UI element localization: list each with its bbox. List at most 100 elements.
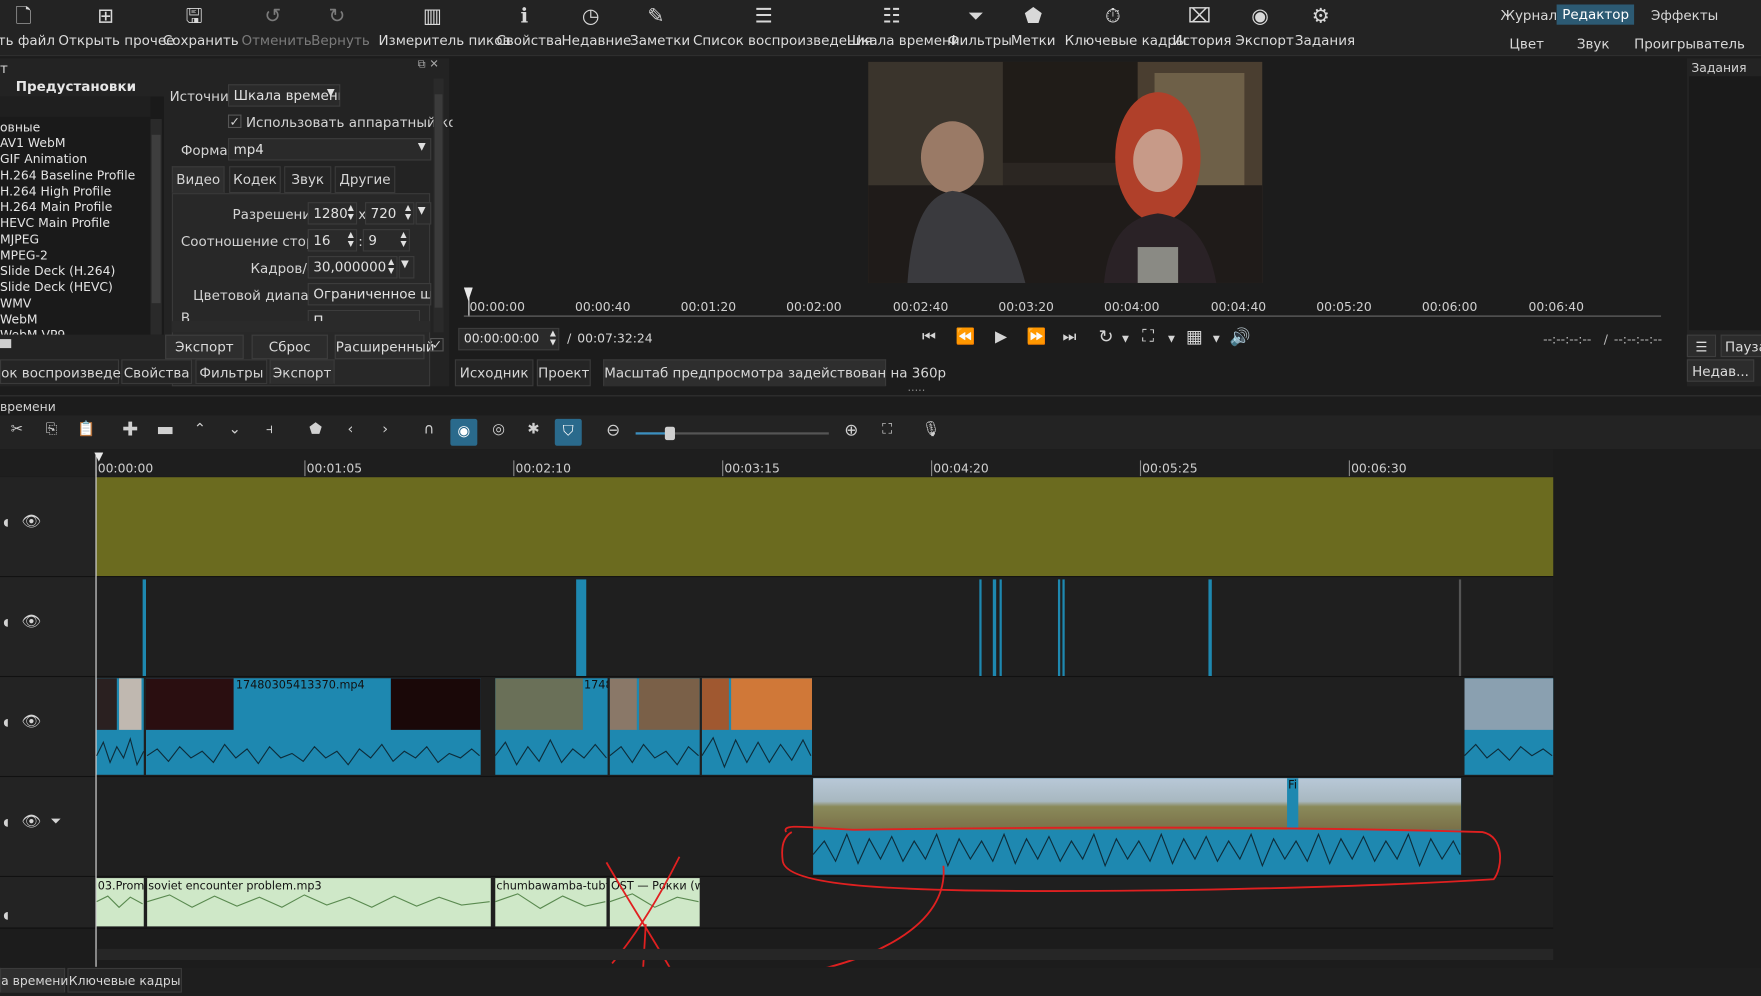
jobs-button[interactable]: ⚙ Задания bbox=[1295, 0, 1355, 56]
deinterlacer-select[interactable]: П bbox=[307, 309, 421, 322]
advanced-button[interactable]: Расширенный bbox=[334, 334, 435, 360]
filters-button[interactable]: ⏷ Фильтры bbox=[948, 0, 1012, 56]
timecode-spin[interactable]: 00:00:00:00 ▲ ▼ bbox=[458, 327, 560, 351]
save-button[interactable]: 🖫 Сохранить bbox=[163, 0, 239, 56]
preset-item[interactable]: HEVC Main Profile bbox=[0, 216, 110, 231]
presets-scrollbar[interactable] bbox=[150, 119, 162, 335]
preset-item[interactable]: H.264 Baseline Profile bbox=[0, 168, 135, 183]
video-preview[interactable] bbox=[868, 61, 1263, 283]
resolution-preset-dropdown[interactable]: ▼ bbox=[415, 202, 432, 225]
timeline-h-scrollbar[interactable] bbox=[96, 948, 1554, 961]
advanced-checkbox[interactable]: ✓ bbox=[430, 337, 444, 351]
presets-remove-button[interactable] bbox=[0, 339, 12, 349]
grid-icon[interactable]: ▦ bbox=[1186, 326, 1203, 347]
skip-start-icon[interactable]: ⏮ bbox=[922, 328, 936, 346]
tab-audio[interactable]: Звук bbox=[284, 166, 332, 194]
notes-button[interactable]: ✎ Заметки bbox=[630, 0, 690, 56]
tab-playlist[interactable]: ок воспроизведения bbox=[0, 359, 146, 385]
playlist-button[interactable]: ☰ Список воспроизведения bbox=[693, 0, 873, 56]
resolution-width-spin[interactable]: 1280 ▲ ▼ bbox=[307, 202, 358, 225]
layout-editor[interactable]: Редактор bbox=[1556, 4, 1635, 25]
fps-spin[interactable]: 30,000000 ▲ ▼ bbox=[307, 256, 398, 279]
tab-filters[interactable]: Фильтры bbox=[195, 359, 268, 385]
preset-item[interactable]: WebM VP9 bbox=[0, 328, 65, 335]
history-button[interactable]: ⌧ История bbox=[1173, 0, 1232, 56]
chevron-down-icon: ▼ bbox=[326, 87, 335, 99]
markers-button[interactable]: ⬟ Метки bbox=[1011, 0, 1056, 56]
layout-log[interactable]: Журнал bbox=[1500, 8, 1557, 24]
jobs-list[interactable] bbox=[1689, 76, 1761, 331]
open-file-button[interactable]: 🗋 ть файл bbox=[0, 0, 55, 56]
tab-codec[interactable]: Кодек bbox=[229, 166, 281, 194]
recent-jobs-button[interactable]: Недав... bbox=[1686, 359, 1755, 382]
preset-item[interactable]: H.264 Main Profile bbox=[0, 200, 112, 215]
preset-item[interactable]: MJPEG bbox=[0, 232, 39, 247]
redo-button[interactable]: ↻ Вернуть bbox=[311, 0, 370, 56]
skip-end-icon[interactable]: ⏭ bbox=[1062, 328, 1076, 346]
color-range-select[interactable]: Ограниченное широ bbox=[307, 282, 432, 306]
chevron-down-icon[interactable]: ▼ bbox=[1122, 333, 1129, 343]
ruler-label: 00:01:20 bbox=[680, 299, 737, 315]
preset-item[interactable]: GIF Animation bbox=[0, 152, 87, 167]
jobs-title: Задания bbox=[1691, 60, 1747, 76]
recent-button[interactable]: ◷ Недавние bbox=[562, 0, 632, 56]
jobs-menu-button[interactable]: ☰ bbox=[1686, 334, 1717, 358]
open-other-button[interactable]: ⊞ Открыть прочее bbox=[58, 0, 174, 56]
peak-meter-button[interactable]: ▥ Измеритель пиков bbox=[378, 0, 510, 56]
float-icon[interactable]: ⧉ ✕ bbox=[418, 58, 439, 70]
preset-item[interactable]: AV1 WebM bbox=[0, 136, 66, 151]
fps-dropdown[interactable]: ▼ bbox=[398, 256, 415, 279]
properties-button[interactable]: ℹ Свойства bbox=[496, 0, 562, 56]
export-panel: т ⧉ ✕ Предустановки овные AV1 WebM GIF A… bbox=[0, 58, 483, 387]
resolution-height-spin[interactable]: 720 ▲ ▼ bbox=[365, 202, 415, 225]
tab-keyframes[interactable]: Ключевые кадры bbox=[67, 967, 182, 993]
tab-project[interactable]: Проект bbox=[536, 359, 591, 387]
chevron-down-icon[interactable]: ▼ bbox=[1168, 333, 1175, 343]
pause-button[interactable]: Пауза bbox=[1720, 334, 1761, 358]
rewind-icon[interactable]: ⏪ bbox=[956, 328, 976, 346]
zoom-fit-icon[interactable]: ⛶ bbox=[1142, 326, 1154, 346]
preset-item[interactable]: WebM bbox=[0, 312, 38, 327]
preset-item[interactable]: WMV bbox=[0, 296, 31, 311]
ruler-label: 00:02:40 bbox=[892, 299, 949, 315]
settings-v-scrollbar[interactable] bbox=[433, 78, 444, 333]
export-file-button[interactable]: Экспорт bbox=[165, 334, 244, 360]
layout-color[interactable]: Цвет bbox=[1509, 36, 1544, 52]
tab-properties[interactable]: Свойства bbox=[121, 359, 193, 385]
hw-encode-checkbox[interactable]: ✓ bbox=[227, 114, 242, 129]
source-select[interactable]: Шкала времени ▼ bbox=[227, 84, 341, 107]
tab-other[interactable]: Другие bbox=[334, 166, 396, 194]
redo-icon: ↻ bbox=[328, 4, 346, 29]
preset-item[interactable]: Slide Deck (HEVC) bbox=[0, 280, 113, 295]
preset-item[interactable]: H.264 High Profile bbox=[0, 184, 111, 199]
keyframes-button[interactable]: ⏱ Ключевые кадры bbox=[1065, 0, 1187, 56]
preview-scale-status: Масштаб предпросмотра задействован на 36… bbox=[603, 359, 946, 387]
undo-button[interactable]: ↺ Отменить bbox=[241, 0, 311, 56]
format-select[interactable]: mp4 ▼ bbox=[227, 138, 432, 161]
aspect-width-spin[interactable]: 16 ▲ ▼ bbox=[307, 229, 358, 252]
export-button[interactable]: ◉ Экспорт bbox=[1235, 0, 1293, 56]
tab-video[interactable]: Видео bbox=[171, 166, 225, 194]
tab-timeline[interactable]: а времени bbox=[0, 967, 68, 993]
presets-list[interactable]: овные AV1 WebM GIF Animation H.264 Basel… bbox=[0, 96, 164, 335]
settings-h-scrollbar[interactable] bbox=[171, 321, 431, 333]
ruler-label: 00:00:40 bbox=[575, 299, 631, 315]
chevron-down-icon[interactable]: ▼ bbox=[1213, 333, 1220, 343]
layout-effects[interactable]: Эффекты bbox=[1651, 8, 1718, 24]
layout-audio[interactable]: Звук bbox=[1577, 36, 1610, 52]
aspect-height-spin[interactable]: 9 ▲ ▼ bbox=[362, 229, 410, 252]
volume-icon[interactable]: 🔊 bbox=[1230, 327, 1251, 347]
fast-forward-icon[interactable]: ⏩ bbox=[1027, 328, 1047, 346]
tab-export[interactable]: Экспорт bbox=[269, 359, 335, 385]
timeline-button[interactable]: ☷ Шкала времени bbox=[847, 0, 960, 56]
preset-item[interactable]: Slide Deck (H.264) bbox=[0, 264, 115, 279]
splitter-handle[interactable]: ..... bbox=[907, 382, 925, 394]
player-ruler[interactable]: 00:00:00 00:00:40 00:01:20 00:02:00 00:0… bbox=[463, 287, 1666, 321]
reset-button[interactable]: Сброс bbox=[251, 334, 328, 360]
loop-icon[interactable]: ↻ bbox=[1098, 326, 1113, 347]
preset-item[interactable]: овные bbox=[0, 120, 40, 135]
play-icon[interactable]: ▶ bbox=[995, 328, 1007, 346]
tab-source[interactable]: Исходник bbox=[454, 359, 534, 387]
layout-player[interactable]: Проигрыватель bbox=[1634, 36, 1745, 52]
preset-item[interactable]: MPEG-2 bbox=[0, 248, 48, 263]
